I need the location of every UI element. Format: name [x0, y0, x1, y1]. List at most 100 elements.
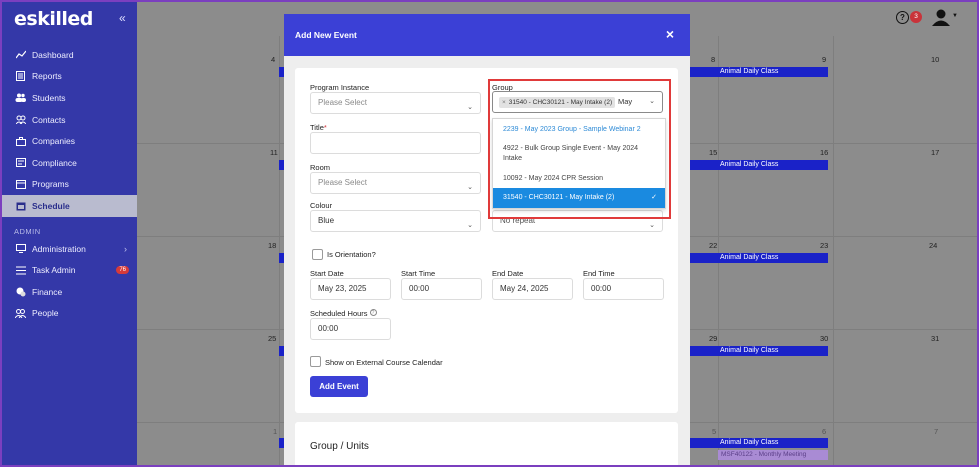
remove-chip-icon[interactable]: × [502, 99, 506, 106]
sidebar-item-students[interactable]: Students [0, 87, 137, 109]
external-calendar-label: Show on External Course Calendar [325, 358, 443, 367]
sidebar-item-compliance[interactable]: Compliance [0, 152, 137, 174]
user-menu-caret-icon[interactable]: ▼ [952, 13, 958, 19]
end-date-input[interactable]: May 24, 2025 [492, 278, 573, 300]
dropdown-option[interactable]: 4922 - Bulk Group Single Event - May 202… [493, 144, 665, 164]
scheduled-hours-input[interactable]: 00:00 [310, 318, 391, 340]
end-time-label: End Time [583, 269, 615, 278]
group-chip[interactable]: × 31540 - CHC30121 - May Intake (2) [499, 97, 616, 108]
start-date-label: Start Date [310, 269, 344, 278]
programs-icon [15, 179, 26, 189]
group-select[interactable]: × 31540 - CHC30121 - May Intake (2) May ⌄ [492, 91, 663, 113]
modal-header: Add New Event × [284, 14, 690, 56]
chevrons-left-icon[interactable]: « [119, 11, 126, 25]
start-date-input[interactable]: May 23, 2025 [310, 278, 391, 300]
start-time-label: Start Time [401, 269, 436, 278]
day-number: 9 [822, 55, 827, 64]
modal-title: Add New Event [295, 30, 357, 40]
task-list-icon [15, 265, 26, 275]
day-number: 4 [271, 55, 276, 64]
sidebar-item-label: Students [32, 92, 66, 103]
sidebar-item-programs[interactable]: Programs [0, 174, 137, 196]
program-instance-select[interactable]: Please Select ⌄ [310, 92, 481, 114]
day-number: 23 [820, 241, 829, 250]
sidebar-item-label: Contacts [32, 114, 66, 125]
group-units-panel: Group / Units [295, 422, 678, 467]
day-number: 24 [929, 241, 938, 250]
sidebar-item-people[interactable]: People [0, 303, 137, 325]
sidebar-item-label: Dashboard [32, 49, 74, 60]
calendar-event[interactable]: Animal Daily Class [690, 438, 828, 448]
check-icon: ✓ [651, 194, 657, 201]
day-number: 22 [709, 241, 718, 250]
sidebar-item-label: Companies [32, 136, 75, 147]
calendar-event[interactable]: Animal Daily Class [690, 67, 828, 77]
notification-badge[interactable]: 3 [910, 11, 922, 23]
day-number: 6 [822, 427, 827, 436]
day-number: 31 [931, 334, 940, 343]
chevron-right-icon: › [124, 243, 127, 254]
sidebar-item-companies[interactable]: Companies [0, 130, 137, 152]
sidebar-item-label: Schedule [32, 200, 70, 211]
repeat-select[interactable]: No repeat ⌄ [492, 210, 663, 232]
dropdown-option[interactable]: 10092 - May 2024 CPR Session [493, 174, 665, 184]
title-input[interactable] [310, 132, 481, 154]
sidebar-item-schedule[interactable]: Schedule [0, 195, 137, 217]
day-number: 30 [820, 334, 829, 343]
room-select[interactable]: Please Select ⌄ [310, 172, 481, 194]
report-icon [15, 71, 26, 82]
chevron-down-icon[interactable]: ⌄ [649, 97, 655, 105]
day-number: 29 [709, 334, 718, 343]
colour-select[interactable]: Blue ⌄ [310, 210, 481, 232]
sidebar-item-administration[interactable]: Administration › [0, 238, 137, 260]
sidebar-item-dashboard[interactable]: Dashboard [0, 44, 137, 66]
sidebar-item-label: Programs [32, 179, 69, 190]
day-number: 17 [931, 148, 940, 157]
add-event-modal: Add New Event × Program Instance Please … [284, 14, 690, 467]
add-event-button[interactable]: Add Event [310, 376, 368, 397]
finance-icon [15, 287, 26, 297]
sidebar: eskilled « Dashboard Reports Students Co… [0, 0, 137, 467]
dropdown-option[interactable]: 2239 - May 2023 Group - Sample Webinar 2 [493, 125, 665, 135]
people-icon [15, 308, 26, 318]
scheduled-hours-label: Scheduled Hours? [310, 309, 377, 318]
day-number: 7 [934, 427, 939, 436]
external-calendar-checkbox[interactable] [310, 356, 321, 367]
admin-icon [15, 244, 26, 254]
sidebar-nav: Dashboard Reports Students Contacts Comp… [0, 44, 137, 324]
help-icon[interactable]: ? [896, 11, 909, 24]
room-label: Room [310, 163, 331, 172]
chevron-down-icon: ⌄ [467, 184, 473, 191]
start-time-input[interactable]: 00:00 [401, 278, 482, 300]
calendar-event[interactable]: Animal Daily Class [690, 253, 828, 263]
day-number: 11 [270, 148, 278, 157]
chart-line-icon [15, 50, 26, 60]
day-number: 18 [268, 241, 277, 250]
day-number: 1 [273, 427, 278, 436]
admin-section-heading: ADMIN [14, 226, 41, 236]
day-number: 15 [709, 148, 718, 157]
users-icon [15, 93, 26, 103]
group-dropdown-list: 2239 - May 2023 Group - Sample Webinar 2… [492, 118, 666, 209]
program-instance-label: Program Instance [310, 83, 370, 92]
calendar-event[interactable]: Animal Daily Class [690, 346, 828, 356]
day-number: 8 [711, 55, 716, 64]
user-icon[interactable] [932, 9, 950, 28]
orientation-checkbox[interactable] [312, 249, 323, 260]
sidebar-item-label: People [32, 308, 59, 319]
sidebar-item-finance[interactable]: Finance [0, 281, 137, 303]
info-icon: ? [369, 309, 377, 316]
chevron-down-icon: ⌄ [467, 104, 473, 111]
end-time-input[interactable]: 00:00 [583, 278, 664, 300]
sidebar-item-contacts[interactable]: Contacts [0, 109, 137, 131]
sidebar-item-reports[interactable]: Reports [0, 66, 137, 88]
calendar-event[interactable]: MSF40122 - Monthly Meeting [718, 450, 828, 460]
dropdown-option-selected[interactable]: 31540 - CHC30121 - May Intake (2) ✓ [493, 188, 665, 208]
eskilled-logo[interactable]: eskilled [14, 8, 93, 30]
day-number: 10 [931, 55, 940, 64]
group-search-text[interactable]: May [618, 97, 632, 106]
sidebar-item-label: Compliance [32, 157, 77, 168]
calendar-event[interactable]: Animal Daily Class [690, 160, 828, 170]
close-icon[interactable]: × [666, 26, 674, 42]
sidebar-item-task-admin[interactable]: Task Admin 76 [0, 259, 137, 281]
